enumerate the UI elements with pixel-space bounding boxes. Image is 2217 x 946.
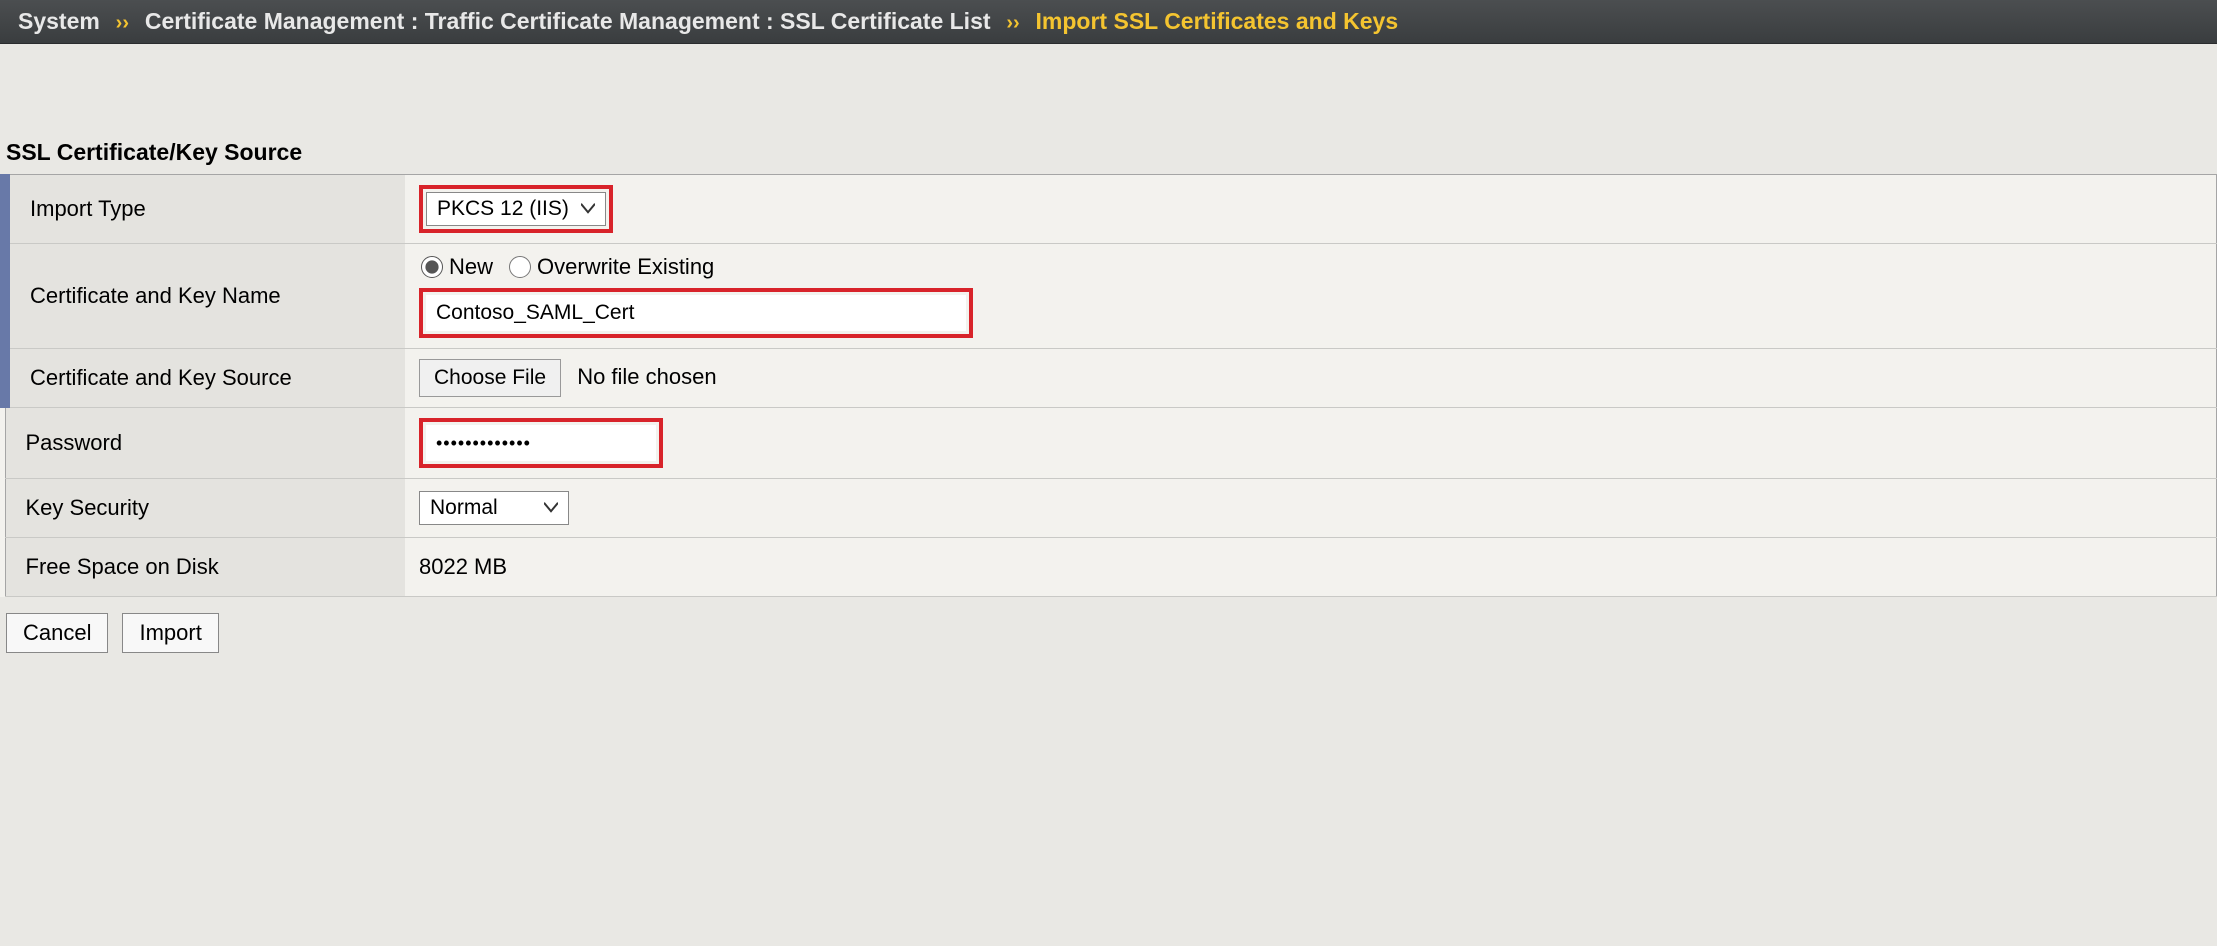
breadcrumb-separator-icon: ›› <box>106 12 139 34</box>
breadcrumb: System ›› Certificate Management : Traff… <box>0 0 2217 44</box>
row-key-security: Key Security Normal <box>5 479 2217 538</box>
row-password: Password <box>5 408 2217 479</box>
breadcrumb-cert-mgmt[interactable]: Certificate Management : Traffic Certifi… <box>145 8 991 34</box>
cert-key-source-label: Certificate and Key Source <box>5 349 405 408</box>
free-space-label: Free Space on Disk <box>5 538 405 597</box>
row-cert-key-name: Certificate and Key Name New Overwrite E… <box>5 244 2217 349</box>
choose-file-button[interactable]: Choose File <box>419 359 561 397</box>
file-chosen-status: No file chosen <box>577 364 716 389</box>
cert-key-name-input[interactable] <box>426 295 966 331</box>
breadcrumb-system[interactable]: System <box>18 8 100 34</box>
section-title: SSL Certificate/Key Source <box>0 44 2217 174</box>
import-button[interactable]: Import <box>122 613 218 653</box>
password-input[interactable] <box>426 425 656 461</box>
key-security-value: Normal <box>430 496 498 520</box>
import-type-label: Import Type <box>5 175 405 244</box>
cert-name-radio-group: New Overwrite Existing <box>419 254 2202 280</box>
highlight-password <box>419 418 663 468</box>
import-type-value: PKCS 12 (IIS) <box>437 197 569 221</box>
breadcrumb-separator-icon: ›› <box>996 12 1029 34</box>
free-space-value: 8022 MB <box>405 538 2217 597</box>
row-import-type: Import Type PKCS 12 (IIS) <box>5 175 2217 244</box>
form-table: Import Type PKCS 12 (IIS) Certificate an… <box>0 174 2217 597</box>
radio-new-label: New <box>449 254 493 280</box>
cert-key-name-label: Certificate and Key Name <box>5 244 405 349</box>
action-bar: Cancel Import <box>0 597 2217 669</box>
radio-overwrite[interactable] <box>509 256 531 278</box>
highlight-cert-name <box>419 288 973 338</box>
row-free-space: Free Space on Disk 8022 MB <box>5 538 2217 597</box>
highlight-import-type: PKCS 12 (IIS) <box>419 185 613 233</box>
breadcrumb-current: Import SSL Certificates and Keys <box>1036 8 1399 34</box>
import-type-select[interactable]: PKCS 12 (IIS) <box>426 192 606 226</box>
row-cert-key-source: Certificate and Key Source Choose File N… <box>5 349 2217 408</box>
radio-overwrite-label: Overwrite Existing <box>537 254 714 280</box>
radio-new[interactable] <box>421 256 443 278</box>
chevron-down-icon <box>581 197 595 221</box>
key-security-label: Key Security <box>5 479 405 538</box>
cancel-button[interactable]: Cancel <box>6 613 108 653</box>
key-security-select[interactable]: Normal <box>419 491 569 525</box>
password-label: Password <box>5 408 405 479</box>
chevron-down-icon <box>544 496 558 520</box>
